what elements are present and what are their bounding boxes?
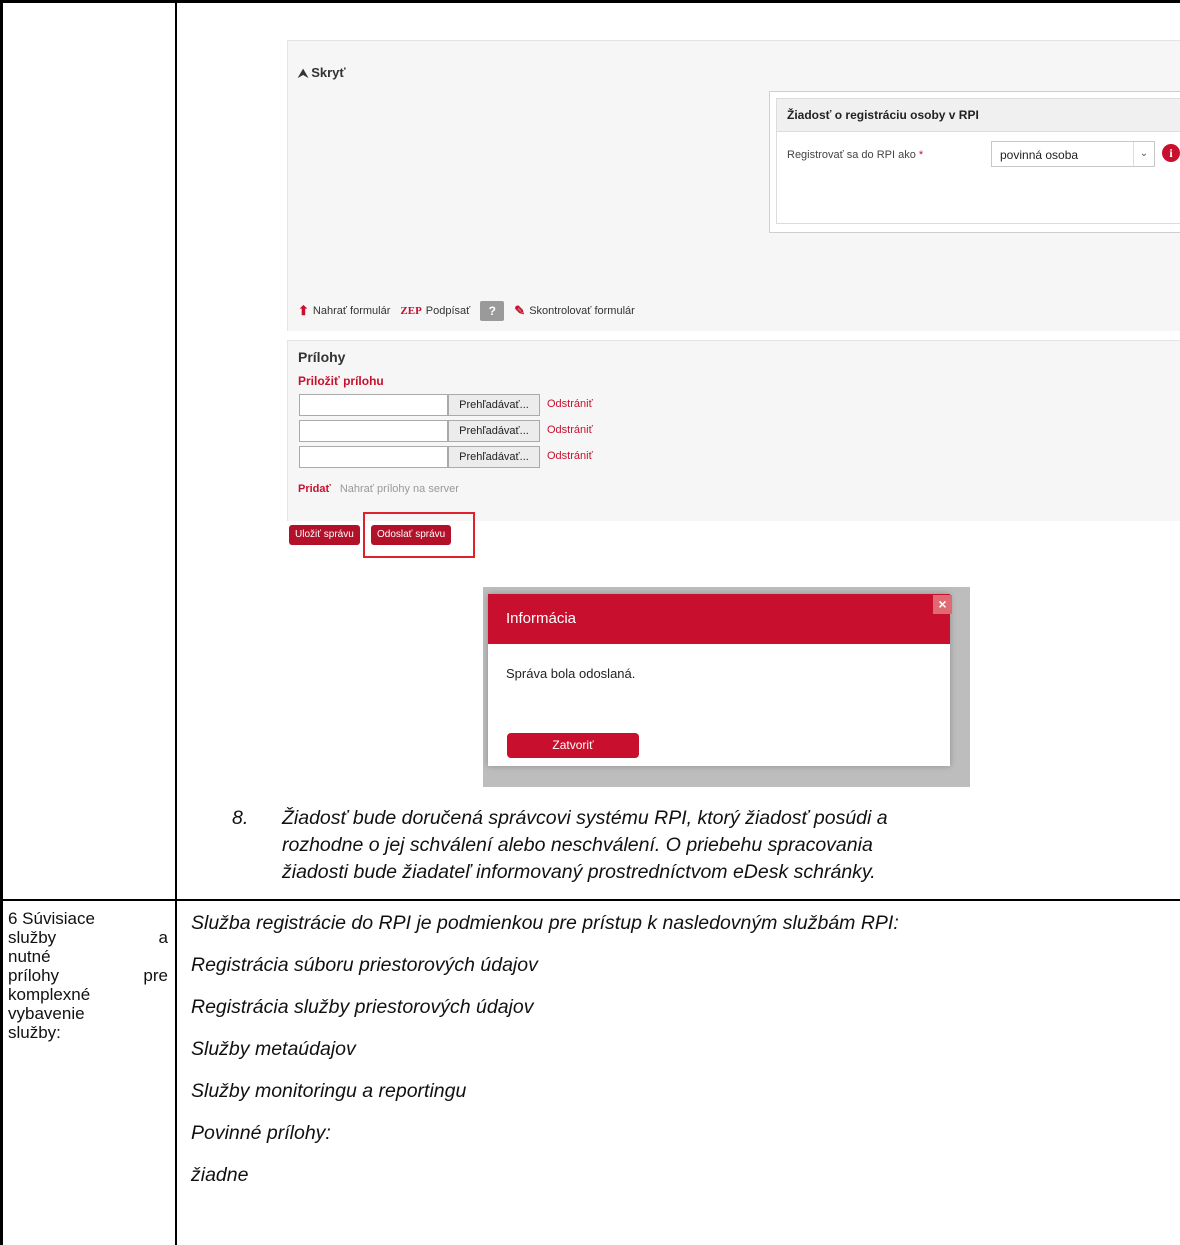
step-8-line: žiadosti bude žiadateľ informovaný prost…	[282, 861, 876, 883]
attachments-footer: Pridať Nahrať prílohy na server	[298, 483, 459, 495]
attachments-panel: Prílohy Priložiť prílohu Prehľadávať... …	[287, 340, 1180, 521]
step-number: 8.	[232, 807, 249, 829]
registration-box-title: Žiadosť o registráciu osoby v RPI	[777, 99, 1180, 132]
upload-form-label: Nahrať formulár	[312, 305, 391, 317]
file-path-input[interactable]	[299, 420, 448, 442]
help-button[interactable]: ?	[480, 301, 505, 321]
form-panel: ⮝ Skryť Žiadosť o registráciu osoby v RPI…	[287, 40, 1180, 331]
attachment-row: Prehľadávať... Odstrániť	[299, 394, 629, 416]
row-6-item: Registrácia súboru priestorových údajov	[191, 954, 538, 976]
browse-button[interactable]: Prehľadávať...	[448, 446, 540, 468]
sign-label: Podpísať	[425, 305, 471, 317]
row-6-item: Registrácia služby priestorových údajov	[191, 996, 534, 1018]
upload-icon: ⬆	[298, 303, 309, 318]
close-icon[interactable]: ×	[933, 595, 952, 614]
row-6-item: Služby monitoringu a reportingu	[191, 1080, 467, 1102]
row-6-item: Služby metaúdajov	[191, 1038, 356, 1060]
browse-button[interactable]: Prehľadávať...	[448, 420, 540, 442]
edit-check-icon: ✎	[514, 303, 526, 318]
row-6-label-line: služby a	[8, 928, 168, 947]
step-8-line: Žiadosť bude doručená správcovi systému …	[282, 807, 888, 829]
info-icon[interactable]: i	[1162, 144, 1180, 162]
save-message-button[interactable]: Uložiť správu	[289, 525, 360, 545]
table-column-divider	[175, 0, 177, 1245]
upload-form-button[interactable]: ⬆ Nahrať formulár	[298, 303, 390, 319]
step-8-line: rozhodne o jej schválení alebo neschvále…	[282, 834, 873, 856]
dialog-message: Správa bola odoslaná.	[506, 666, 636, 681]
upload-to-server-link[interactable]: Nahrať prílohy na server	[340, 483, 459, 495]
register-as-label: Registrovať sa do RPI ako *	[787, 149, 923, 161]
hide-link[interactable]: ⮝ Skryť	[298, 65, 346, 81]
check-form-button[interactable]: ✎ Skontrolovať formulár	[514, 303, 635, 319]
remove-attachment-link[interactable]: Odstrániť	[547, 450, 593, 462]
file-path-input[interactable]	[299, 394, 448, 416]
step-8-paragraph: 8. Žiadosť bude doručená správcovi systé…	[232, 805, 1162, 886]
row-6-label-line: vybavenie	[8, 1004, 85, 1023]
chevron-down-icon: ⌄	[1133, 142, 1154, 166]
register-as-select-value: povinná osoba	[1000, 148, 1079, 162]
remove-attachment-link[interactable]: Odstrániť	[547, 398, 593, 410]
attachment-row: Prehľadávať... Odstrániť	[299, 446, 629, 468]
signature-icon: ZEP	[400, 305, 422, 317]
send-button-highlight	[363, 512, 475, 558]
info-dialog: Informácia × Správa bola odoslaná. Zatvo…	[488, 594, 952, 766]
form-toolbar: ⬆ Nahrať formulár ZEP Podpísať ? ✎ Skont…	[298, 301, 645, 321]
row-6-content: Služba registrácie do RPI je podmienkou …	[191, 910, 1176, 1204]
browse-button[interactable]: Prehľadávať...	[448, 394, 540, 416]
row-6-item: Služba registrácie do RPI je podmienkou …	[191, 912, 899, 934]
file-path-input[interactable]	[299, 446, 448, 468]
double-chevron-up-icon: ⮝	[298, 66, 309, 80]
attachments-title: Prílohy	[298, 349, 346, 365]
row-6-label-line: 6 Súvisiace	[8, 909, 95, 928]
table-row-divider	[0, 899, 1180, 901]
row-6-item: Povinné prílohy:	[191, 1122, 331, 1144]
table-border-left	[0, 0, 3, 1245]
close-dialog-button[interactable]: Zatvoriť	[507, 733, 639, 758]
register-as-label-text: Registrovať sa do RPI ako	[787, 149, 916, 161]
row-6-label-line: služby:	[8, 1023, 61, 1042]
remove-attachment-link[interactable]: Odstrániť	[547, 424, 593, 436]
check-form-label: Skontrolovať formulár	[529, 305, 635, 317]
registration-fieldset: Žiadosť o registráciu osoby v RPI Regist…	[776, 98, 1180, 224]
dialog-title: Informácia	[488, 594, 950, 644]
required-mark: *	[918, 149, 924, 161]
attachment-row: Prehľadávať... Odstrániť	[299, 420, 629, 442]
sign-button[interactable]: ZEP Podpísať	[400, 305, 470, 317]
row-6-label: 6 Súvisiace služby a nutné prílohy pre k…	[8, 909, 168, 1042]
row-6-label-line: prílohy pre	[8, 966, 168, 985]
registration-box: Žiadosť o registráciu osoby v RPI Regist…	[769, 91, 1180, 233]
row-6-label-line: komplexné	[8, 985, 91, 1004]
row-6-item: žiadne	[191, 1164, 249, 1186]
form-screenshot: ⮝ Skryť Žiadosť o registráciu osoby v RPI…	[287, 40, 1180, 572]
attach-file-link[interactable]: Priložiť prílohu	[298, 374, 384, 388]
dialog-screenshot: Informácia × Správa bola odoslaná. Zatvo…	[483, 587, 970, 787]
table-border-top	[0, 0, 1180, 3]
register-as-select[interactable]: povinná osoba ⌄	[991, 141, 1155, 167]
add-attachment-link[interactable]: Pridať	[298, 483, 331, 495]
row-6-label-line: nutné	[8, 947, 51, 966]
hide-link-label: Skryť	[311, 65, 346, 80]
